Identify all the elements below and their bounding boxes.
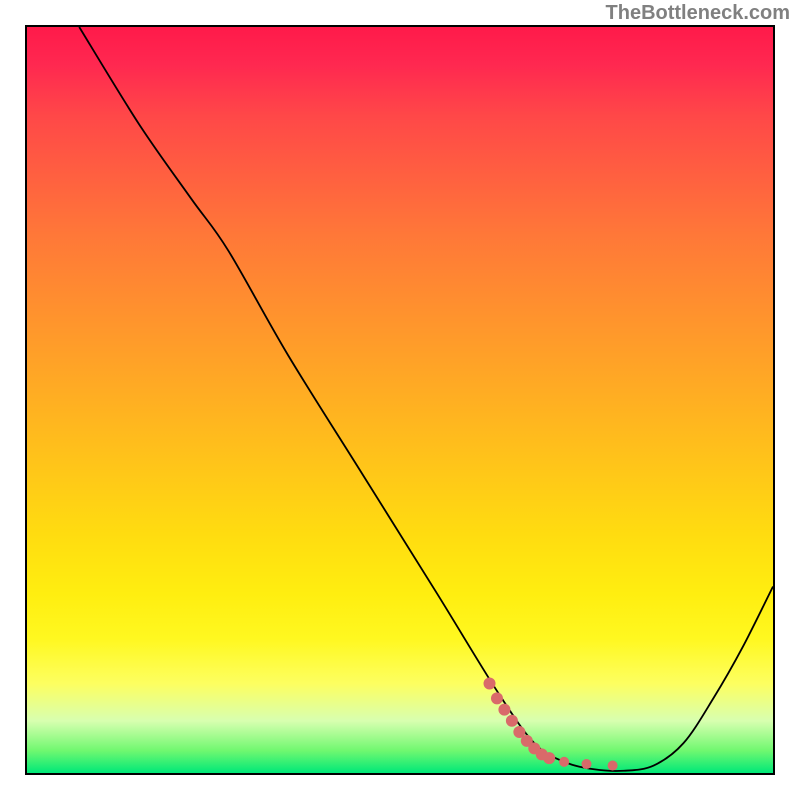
highlight-dot xyxy=(491,692,503,704)
bottleneck-curve xyxy=(79,27,773,771)
chart-svg xyxy=(27,27,773,773)
watermark-text: TheBottleneck.com xyxy=(606,2,790,25)
highlight-dot xyxy=(608,761,618,771)
highlight-dot xyxy=(559,757,569,767)
highlight-dot xyxy=(543,752,555,764)
highlight-dot xyxy=(506,715,518,727)
highlight-dots xyxy=(484,677,618,770)
chart-area xyxy=(25,25,775,775)
highlight-dot xyxy=(581,759,591,769)
highlight-dot xyxy=(484,677,496,689)
highlight-dot xyxy=(498,704,510,716)
